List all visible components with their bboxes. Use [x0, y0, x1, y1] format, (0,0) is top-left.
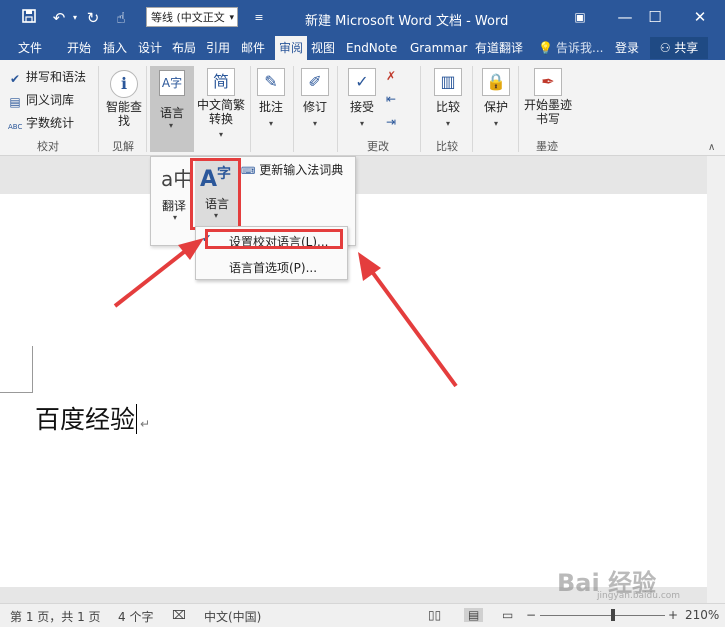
web-layout-icon[interactable]: ▭: [502, 608, 513, 622]
watermark-url: jingyan.baidu.com: [597, 591, 681, 601]
arrow-left: [113, 238, 204, 308]
word-count-status[interactable]: 4 个字: [118, 608, 153, 625]
zoom-out-icon[interactable]: −: [526, 608, 536, 622]
annotation-arrows: [113, 238, 458, 388]
zoom-level[interactable]: 210%: [685, 608, 719, 622]
zoom-slider[interactable]: [540, 615, 665, 616]
print-layout-icon[interactable]: ▤: [464, 608, 484, 622]
arrow-right: [358, 252, 458, 388]
proofing-status-icon[interactable]: ⌧: [172, 608, 186, 622]
zoom-in-icon[interactable]: +: [668, 608, 678, 622]
language-status[interactable]: 中文(中国): [204, 608, 261, 625]
status-bar: 第 1 页，共 1 页 4 个字 ⌧ 中文(中国) ▯▯ ▤ ▭ − + 210…: [0, 603, 725, 627]
zoom-slider-thumb[interactable]: [610, 609, 615, 621]
page-count[interactable]: 第 1 页，共 1 页: [10, 608, 101, 625]
read-mode-icon[interactable]: ▯▯: [428, 608, 441, 622]
